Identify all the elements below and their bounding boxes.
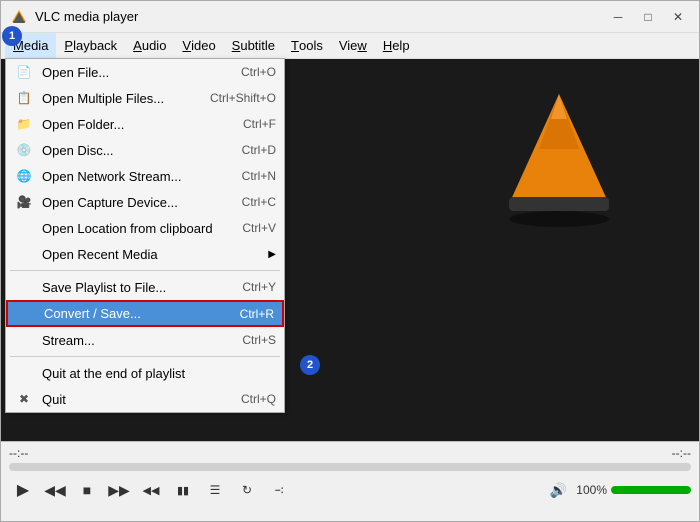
volume-percent: 100% [576, 483, 607, 497]
title-bar: VLC media player ─ □ ✕ [1, 1, 699, 33]
quit-shortcut: Ctrl+Q [241, 392, 276, 406]
open-file-label: Open File... [42, 65, 225, 80]
menu-open-file[interactable]: 📄 Open File... Ctrl+O [6, 59, 284, 85]
open-file-shortcut: Ctrl+O [241, 65, 276, 79]
open-capture-label: Open Capture Device... [42, 195, 226, 210]
next-button[interactable]: ▶▶ [105, 477, 133, 503]
menu-stream[interactable]: Stream... Ctrl+S [6, 327, 284, 353]
volume-icon[interactable]: 🔊 [544, 477, 572, 503]
close-button[interactable]: ✕ [665, 7, 691, 27]
stop-button[interactable]: ■ [73, 477, 101, 503]
convert-save-shortcut: Ctrl+R [240, 307, 274, 321]
file-icon: 📄 [14, 65, 34, 79]
menu-quit-end[interactable]: Quit at the end of playlist [6, 360, 284, 386]
frame-button[interactable]: ▮▮ [169, 477, 197, 503]
open-network-label: Open Network Stream... [42, 169, 226, 184]
open-location-label: Open Location from clipboard [42, 221, 226, 236]
folder-icon: 📁 [14, 117, 34, 131]
open-recent-label: Open Recent Media [42, 247, 264, 262]
menu-subtitle[interactable]: Subtitle [224, 33, 283, 58]
time-row: --:-- --:-- [9, 446, 691, 460]
menu-media[interactable]: Media 📄 Open File... Ctrl+O 📋 Open Multi… [5, 33, 56, 58]
quit-end-label: Quit at the end of playlist [42, 366, 276, 381]
vlc-window: 1 2 VLC media player ─ □ ✕ Media 📄 [0, 0, 700, 522]
quit-icon: ✖ [14, 392, 34, 406]
open-multiple-shortcut: Ctrl+Shift+O [210, 91, 276, 105]
loop-button[interactable]: ↻ [233, 477, 261, 503]
open-location-shortcut: Ctrl+V [242, 221, 276, 235]
controls-row: ▶ ◀◀ ■ ▶▶ ◀◀ ▮▮ ☰ ↻ ∹ 🔊 100% [9, 477, 691, 503]
vlc-cone [499, 89, 619, 232]
open-disc-shortcut: Ctrl+D [242, 143, 276, 157]
time-left: --:-- [9, 446, 28, 460]
menu-open-location[interactable]: Open Location from clipboard Ctrl+V [6, 215, 284, 241]
save-playlist-shortcut: Ctrl+Y [242, 280, 276, 294]
open-disc-label: Open Disc... [42, 143, 226, 158]
menu-video[interactable]: Video [174, 33, 223, 58]
separator-2 [10, 356, 280, 357]
quit-label: Quit [42, 392, 225, 407]
open-capture-shortcut: Ctrl+C [242, 195, 276, 209]
open-folder-label: Open Folder... [42, 117, 227, 132]
menu-open-capture[interactable]: 🎥 Open Capture Device... Ctrl+C [6, 189, 284, 215]
network-icon: 🌐 [14, 169, 34, 183]
menu-quit[interactable]: ✖ Quit Ctrl+Q [6, 386, 284, 412]
play-button[interactable]: ▶ [9, 477, 37, 503]
menu-open-network[interactable]: 🌐 Open Network Stream... Ctrl+N [6, 163, 284, 189]
menu-convert-save[interactable]: Convert / Save... Ctrl+R [6, 300, 284, 327]
menu-open-recent[interactable]: Open Recent Media ▶ [6, 241, 284, 267]
open-network-shortcut: Ctrl+N [242, 169, 276, 183]
media-dropdown: 📄 Open File... Ctrl+O 📋 Open Multiple Fi… [5, 58, 285, 413]
save-playlist-label: Save Playlist to File... [42, 280, 226, 295]
menu-bar: Media 📄 Open File... Ctrl+O 📋 Open Multi… [1, 33, 699, 59]
prev-button[interactable]: ◀◀ [41, 477, 69, 503]
minimize-button[interactable]: ─ [605, 7, 631, 27]
maximize-button[interactable]: □ [635, 7, 661, 27]
playlist-button[interactable]: ☰ [201, 477, 229, 503]
menu-open-disc[interactable]: 💿 Open Disc... Ctrl+D [6, 137, 284, 163]
time-right: --:-- [672, 446, 691, 460]
vlc-app-icon [9, 7, 29, 27]
open-multiple-label: Open Multiple Files... [42, 91, 194, 106]
shuffle-button[interactable]: ∹ [265, 477, 293, 503]
convert-save-label: Convert / Save... [44, 306, 224, 321]
menu-tools[interactable]: Tools [283, 33, 331, 58]
window-title: VLC media player [35, 9, 605, 24]
seek-bar[interactable] [9, 463, 691, 471]
capture-icon: 🎥 [14, 195, 34, 209]
menu-view[interactable]: View [331, 33, 375, 58]
stream-label: Stream... [42, 333, 226, 348]
menu-save-playlist[interactable]: Save Playlist to File... Ctrl+Y [6, 274, 284, 300]
files-icon: 📋 [14, 91, 34, 105]
menu-open-multiple[interactable]: 📋 Open Multiple Files... Ctrl+Shift+O [6, 85, 284, 111]
menu-audio[interactable]: Audio [125, 33, 174, 58]
window-controls: ─ □ ✕ [605, 7, 691, 27]
separator-1 [10, 270, 280, 271]
open-folder-shortcut: Ctrl+F [243, 117, 276, 131]
menu-help[interactable]: Help [375, 33, 418, 58]
submenu-arrow-icon: ▶ [268, 249, 276, 260]
disc-icon: 💿 [14, 143, 34, 157]
volume-area: 🔊 100% [544, 477, 691, 503]
slow-button[interactable]: ◀◀ [137, 477, 165, 503]
menu-open-folder[interactable]: 📁 Open Folder... Ctrl+F [6, 111, 284, 137]
menu-playback[interactable]: Playback [56, 33, 125, 58]
volume-bar[interactable] [611, 486, 691, 494]
bottom-bar: --:-- --:-- ▶ ◀◀ ■ ▶▶ ◀◀ ▮▮ ☰ ↻ ∹ 🔊 100% [1, 441, 699, 521]
stream-shortcut: Ctrl+S [242, 333, 276, 347]
